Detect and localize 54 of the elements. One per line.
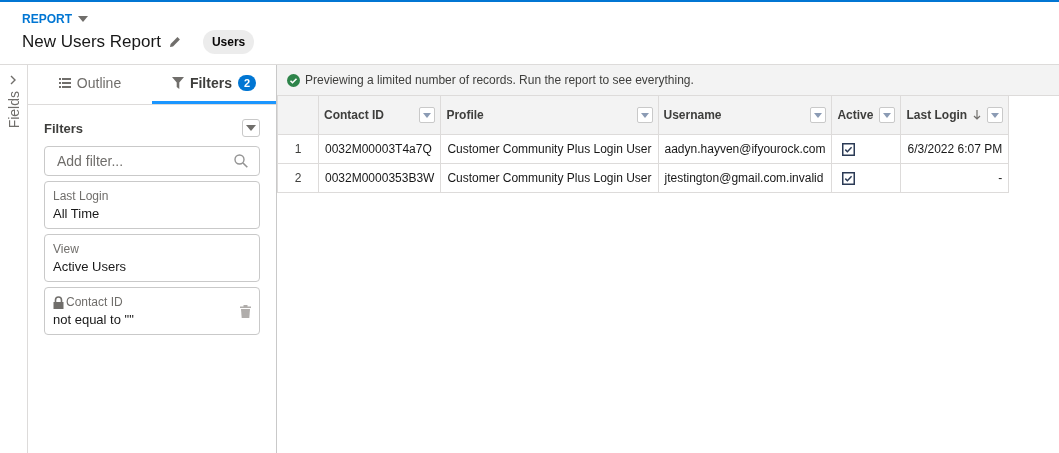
- caret-icon: [991, 112, 1000, 118]
- table-cell: 0032M0000353B3W: [318, 163, 441, 193]
- column-header[interactable]: Username: [663, 108, 722, 122]
- filter-card[interactable]: View Active Users: [44, 234, 260, 282]
- caret-icon: [246, 125, 256, 131]
- filter-value: not equal to "": [53, 312, 134, 327]
- preview-notice: Previewing a limited number of records. Run the report to see everything.: [305, 73, 694, 87]
- lock-icon: [53, 295, 64, 309]
- caret-icon: [883, 112, 892, 118]
- column-header[interactable]: Profile: [446, 108, 484, 122]
- column-menu-button[interactable]: [636, 107, 653, 123]
- filters-heading: Filters: [44, 120, 83, 136]
- table-cell: 6/3/2022 6:07 PM: [900, 134, 1009, 164]
- column-menu-button[interactable]: [419, 107, 436, 123]
- count-badge: 2: [237, 75, 257, 91]
- search-icon: [234, 154, 248, 168]
- table-cell: jtestington@gmail.com.invalid: [658, 163, 832, 193]
- success-icon: [287, 73, 300, 87]
- table-cell: Customer Community Plus Login User: [440, 163, 658, 193]
- table-cell: 0032M00003T4a7Q: [318, 134, 441, 164]
- column-header[interactable]: Contact ID: [324, 108, 384, 122]
- report-type-tag: Users: [202, 30, 255, 54]
- column-header[interactable]: Active: [837, 108, 874, 122]
- pencil-icon[interactable]: [168, 36, 181, 48]
- panel-tab[interactable]: Outline: [28, 65, 152, 104]
- filter-label: Last Login: [53, 189, 109, 203]
- report-label[interactable]: REPORT: [22, 12, 72, 26]
- column-menu-button[interactable]: [879, 107, 896, 123]
- filter-label: Contact ID: [66, 295, 123, 309]
- column-menu-button[interactable]: [810, 107, 827, 123]
- table-cell: aadyn.hayven@ifyourock.com: [658, 134, 832, 164]
- filter-card[interactable]: Contact ID not equal to "": [44, 287, 260, 335]
- report-title: New Users Report: [22, 32, 161, 52]
- filter-value: All Time: [53, 206, 101, 221]
- row-number: 1: [277, 134, 319, 164]
- column-menu-button[interactable]: [987, 107, 1004, 123]
- caret-icon: [814, 112, 823, 118]
- row-number: 2: [277, 163, 319, 193]
- caret-icon: [423, 112, 432, 118]
- add-filter-field[interactable]: Add filter...: [44, 146, 260, 176]
- caret-icon: [78, 16, 88, 22]
- funnel-icon: [171, 77, 184, 89]
- list-icon: [58, 78, 71, 88]
- filter-card[interactable]: Last Login All Time: [44, 181, 260, 229]
- trash-icon[interactable]: [240, 304, 251, 318]
- table-cell: -: [900, 163, 1009, 193]
- dropdown-button[interactable]: [242, 119, 260, 137]
- filter-value: Active Users: [53, 259, 126, 274]
- chevron-right-icon[interactable]: [10, 75, 17, 85]
- sort-arrow-icon[interactable]: [973, 110, 982, 120]
- fields-tab[interactable]: Fields: [5, 91, 22, 129]
- filter-label: View: [53, 242, 79, 256]
- table-cell: Customer Community Plus Login User: [440, 134, 658, 164]
- caret-icon: [640, 112, 649, 118]
